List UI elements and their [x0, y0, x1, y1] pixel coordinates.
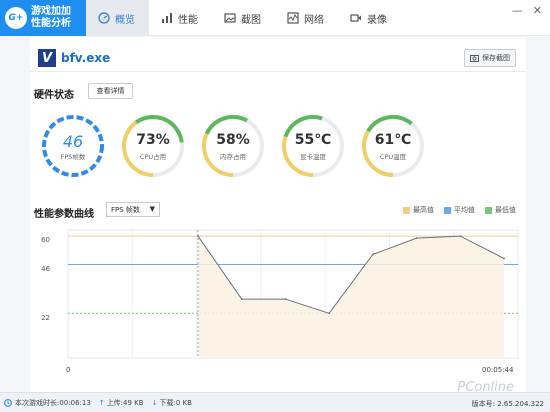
camera-icon	[470, 55, 479, 62]
process-header: V bfv.exe	[38, 49, 110, 67]
metric-select[interactable]: FPS 帧数 ▼	[106, 202, 160, 217]
version-info: 版本号: 2.65.204.322	[472, 399, 544, 409]
fps-data-point	[371, 253, 374, 256]
fps-data-point	[415, 237, 418, 240]
x-tick-start: 0	[66, 366, 71, 374]
gauge-label: CPU占用	[139, 153, 167, 161]
tab-label: 网络	[304, 14, 324, 26]
legend-item-min: 最低值	[485, 205, 516, 215]
save-screenshot-button[interactable]: 保存截图	[464, 49, 516, 67]
network-icon	[287, 12, 299, 24]
process-name: bfv.exe	[61, 51, 111, 65]
fps-area	[198, 236, 504, 358]
divider	[30, 71, 526, 72]
gauge-value: 55℃	[294, 132, 332, 148]
download-label: 下载:	[159, 398, 176, 407]
tab-label: 截图	[241, 14, 261, 26]
gpu-temp-gauge: 55℃ 显卡温度	[280, 113, 346, 179]
bar-chart-icon	[162, 13, 172, 23]
tab-network[interactable]: 网络	[275, 0, 338, 36]
fps-data-point	[503, 257, 505, 260]
tab-performance[interactable]: 性能	[149, 0, 212, 36]
gauge-value: 61℃	[374, 132, 412, 148]
legend-label: 最低值	[495, 206, 516, 214]
fps-data-point	[197, 235, 199, 237]
download-arrow-icon: ↓	[151, 398, 158, 407]
gauge-label: FPS帧数	[60, 153, 86, 161]
watermark: PConline	[457, 380, 514, 395]
window-controls: — ✕	[512, 4, 542, 17]
legend-label: 平均值	[454, 206, 475, 214]
tab-label: 性能	[178, 14, 198, 26]
main-panel: V bfv.exe 保存截图 硬件状态 查看详情 46 FPS帧数 73% CP…	[30, 37, 526, 392]
fps-data-point	[328, 312, 331, 315]
video-icon	[350, 14, 361, 22]
legend-swatch	[403, 206, 410, 214]
overview-icon	[98, 12, 110, 24]
version-value: 2.65.204.322	[497, 400, 544, 408]
download-value: 0 KB	[175, 398, 192, 407]
legend-label: 最高值	[413, 206, 434, 214]
upload-label: 上传:	[106, 398, 124, 407]
view-details-button[interactable]: 查看详情	[88, 83, 133, 99]
game-icon: V	[38, 49, 56, 67]
gauge-label: 显卡温度	[300, 153, 326, 161]
upload-arrow-icon: ↑	[98, 398, 105, 407]
logo-mark-icon: G+	[5, 7, 27, 29]
app-logo: G+ 游戏加加 性能分析	[0, 0, 86, 36]
upload-stat: ↑ 上传: 49 KB	[99, 398, 144, 408]
tab-label: 概览	[115, 14, 135, 26]
gauge-value: 46	[62, 132, 84, 151]
y-tick-label: 60	[41, 236, 50, 244]
clock-icon	[4, 398, 12, 407]
play-time-label: 本次游戏时长:	[15, 398, 60, 407]
fps-data-point	[240, 298, 243, 300]
status-bar: 本次游戏时长: 00:06:13 ↑ 上传: 49 KB ↓ 下载: 0 KB …	[0, 392, 550, 412]
cpu-temp-gauge: 61℃ CPU温度	[360, 113, 426, 179]
gauge-value: 73%	[136, 132, 170, 148]
fps-chart: 60 46 22 0 00:05:44	[30, 222, 526, 392]
memory-usage-gauge: 58% 内存占用	[200, 113, 266, 179]
legend-item-max: 最高值	[403, 205, 434, 215]
save-screenshot-label: 保存截图	[482, 54, 510, 62]
tab-label: 录像	[367, 14, 387, 26]
close-icon[interactable]: ✕	[533, 4, 542, 17]
logo-line2: 性能分析	[31, 18, 71, 29]
tab-overview[interactable]: 概览	[86, 0, 149, 36]
hardware-status-title: 硬件状态	[34, 90, 74, 101]
gauge-label: CPU温度	[379, 153, 407, 161]
cpu-usage-gauge: 73% CPU占用	[120, 113, 186, 179]
fps-gauge: 46 FPS帧数	[40, 113, 106, 179]
y-tick-label: 22	[41, 314, 50, 322]
tab-screenshots[interactable]: 截图	[212, 0, 275, 36]
x-tick-end: 00:05:44	[482, 366, 514, 374]
metric-select-value: FPS 帧数	[111, 205, 140, 214]
fps-data-point	[284, 298, 287, 300]
main-tabs: 概览 性能 截图 网络 录像	[86, 0, 401, 36]
play-time-value: 00:06:13	[59, 398, 91, 407]
fps-data-point	[459, 235, 462, 237]
gauge-row: 46 FPS帧数 73% CPU占用 58% 内存占用 55℃ 显卡温度 61℃…	[40, 113, 440, 179]
minimize-icon[interactable]: —	[512, 4, 523, 17]
logo-line1: 游戏加加	[31, 6, 71, 17]
performance-curve-title: 性能参数曲线	[34, 209, 94, 220]
gauge-label: 内存占用	[220, 153, 246, 161]
chart-legend: 最高值 平均值 最低值	[403, 205, 516, 215]
gauge-value: 58%	[216, 132, 250, 148]
upload-value: 49 KB	[123, 398, 144, 407]
legend-swatch	[444, 206, 451, 214]
y-tick-label: 46	[41, 265, 50, 273]
top-bar: G+ 游戏加加 性能分析 概览 性能 截图 网络 录像 — ✕	[0, 0, 550, 36]
download-stat: ↓ 下载: 0 KB	[152, 398, 192, 408]
version-label: 版本号:	[471, 400, 495, 408]
image-icon	[224, 13, 236, 23]
tab-video[interactable]: 录像	[338, 0, 401, 36]
legend-item-avg: 平均值	[444, 205, 475, 215]
legend-swatch	[485, 206, 492, 214]
chevron-down-icon: ▼	[149, 205, 155, 213]
logo-text: 游戏加加 性能分析	[31, 6, 71, 30]
play-time: 本次游戏时长: 00:06:13	[4, 398, 91, 408]
fps-chart-svg	[67, 229, 519, 359]
